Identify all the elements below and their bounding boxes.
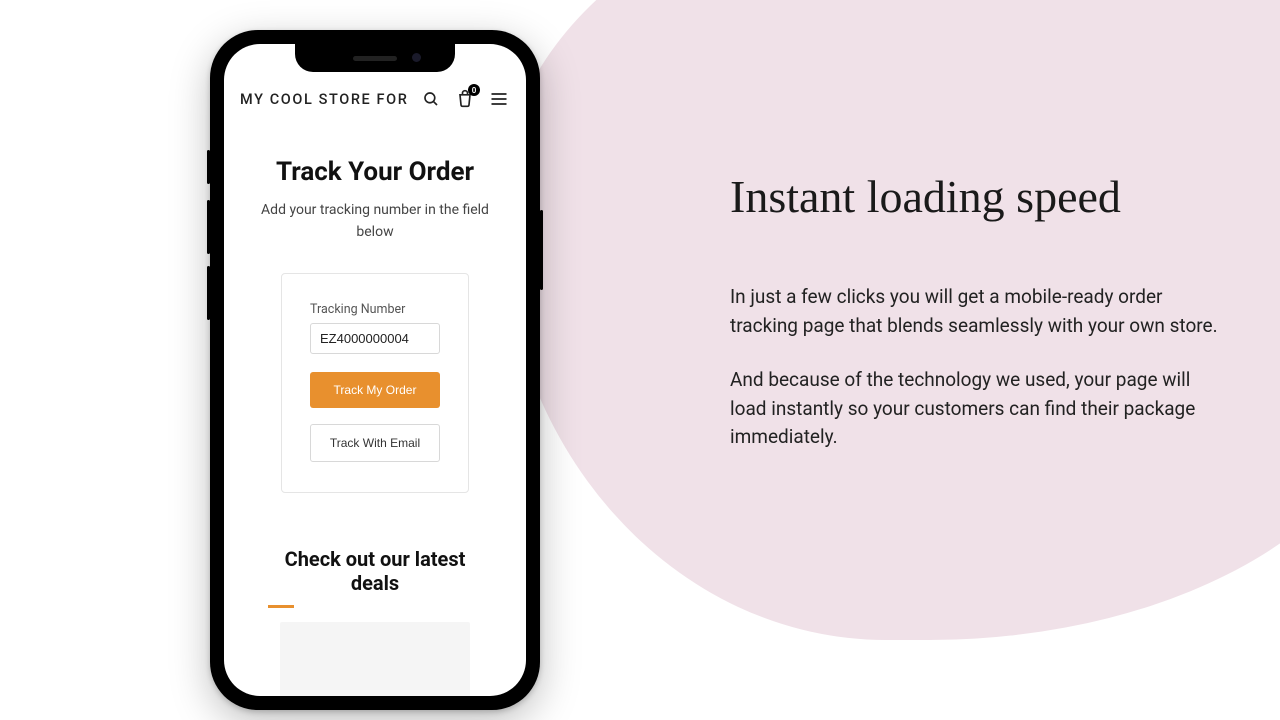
- cart-icon[interactable]: 0: [454, 88, 476, 110]
- store-name: MY COOL STORE FOR: [240, 91, 408, 108]
- search-icon[interactable]: [420, 88, 442, 110]
- phone-mockup: MY COOL STORE FOR 0: [210, 30, 540, 710]
- tracking-number-label: Tracking Number: [310, 302, 440, 317]
- cart-badge: 0: [468, 84, 480, 96]
- hamburger-icon[interactable]: [488, 88, 510, 110]
- page-title: Track Your Order: [224, 122, 526, 196]
- store-header: MY COOL STORE FOR 0: [224, 80, 526, 122]
- track-order-button[interactable]: Track My Order: [310, 372, 440, 408]
- track-with-email-button[interactable]: Track With Email: [310, 424, 440, 462]
- phone-screen: MY COOL STORE FOR 0: [224, 44, 526, 696]
- phone-notch: [295, 44, 455, 72]
- marketing-para-1: In just a few clicks you will get a mobi…: [730, 283, 1220, 340]
- deals-title: Check out our latest deals: [224, 493, 526, 595]
- page-subtitle: Add your tracking number in the field be…: [224, 196, 526, 267]
- marketing-para-2: And because of the technology we used, y…: [730, 366, 1220, 452]
- tracking-card: Tracking Number Track My Order Track Wit…: [281, 273, 469, 493]
- tracking-number-input[interactable]: [310, 323, 440, 354]
- store-app: MY COOL STORE FOR 0: [224, 44, 526, 696]
- accent-bar: [268, 605, 294, 608]
- deals-placeholder: [280, 622, 470, 696]
- marketing-copy: Instant loading speed In just a few clic…: [730, 170, 1220, 478]
- marketing-headline: Instant loading speed: [730, 170, 1220, 223]
